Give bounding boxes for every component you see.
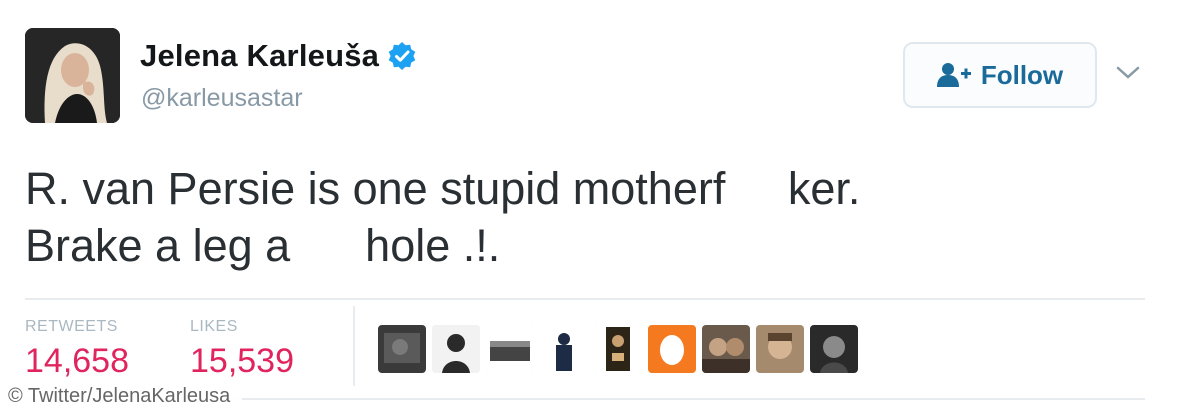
retweets-label: RETWEETS	[25, 318, 118, 335]
follow-label: Follow	[980, 59, 1064, 90]
tweet-line-2: Brake a leg a hole .!.	[25, 220, 501, 271]
divider	[353, 306, 355, 386]
liker-avatar[interactable]	[432, 325, 480, 373]
liker-avatar[interactable]	[540, 325, 588, 373]
divider	[25, 298, 1145, 300]
avatar-image	[25, 28, 120, 123]
add-person-icon	[936, 62, 971, 88]
liker-avatar[interactable]	[594, 325, 642, 373]
liker-avatar[interactable]	[756, 325, 804, 373]
avatar[interactable]	[25, 28, 120, 123]
likes-count: 15,539	[190, 342, 294, 380]
likes-stat[interactable]: LIKES 15,539	[190, 318, 294, 381]
liker-avatar[interactable]	[810, 325, 858, 373]
tweet-line-1: R. van Persie is one stupid motherf ker.	[25, 163, 861, 214]
retweets-count: 14,658	[25, 342, 129, 380]
verified-badge-icon	[387, 41, 417, 71]
likers-avatars	[378, 325, 858, 373]
user-handle[interactable]: @karleusastar	[141, 84, 303, 113]
follow-button[interactable]: Follow	[903, 42, 1097, 108]
liker-avatar[interactable]	[486, 325, 534, 373]
tweet-card: Jelena Karleuša @karleusastar Follow R. …	[0, 0, 1200, 411]
likes-label: LIKES	[190, 318, 238, 335]
retweets-stat[interactable]: RETWEETS 14,658	[25, 318, 129, 381]
liker-avatar[interactable]	[648, 325, 696, 373]
name-row: Jelena Karleuša	[140, 38, 417, 74]
tweet-text: R. van Persie is one stupid motherf ker.…	[25, 160, 1145, 274]
chevron-down-icon[interactable]	[1115, 62, 1141, 82]
liker-avatar[interactable]	[378, 325, 426, 373]
liker-avatar[interactable]	[702, 325, 750, 373]
display-name[interactable]: Jelena Karleuša	[140, 38, 379, 74]
image-credit: © Twitter/JelenaKarleusa	[0, 381, 243, 411]
